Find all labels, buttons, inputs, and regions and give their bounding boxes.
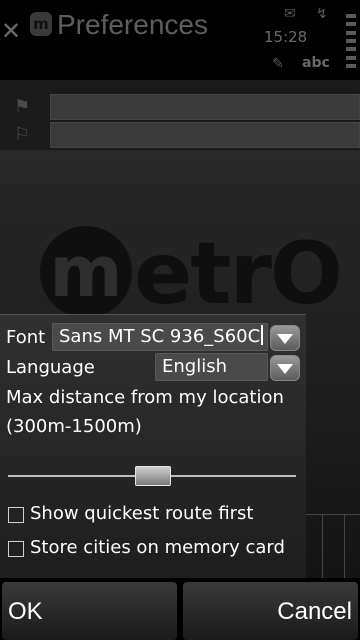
end-input (50, 122, 360, 148)
preferences-dialog: Font Sans MT SC 936_S60C Language Englis… (0, 314, 306, 578)
language-label: Language (6, 357, 95, 378)
logo-text: etrO (134, 224, 343, 324)
metro-logo: m etrO (40, 226, 343, 322)
logo-circle: m (40, 226, 132, 318)
font-label: Font (6, 327, 46, 348)
font-dropdown-icon[interactable] (270, 325, 300, 351)
clock: 15:28 (264, 28, 308, 46)
ok-label: OK (8, 598, 43, 625)
distance-slider-thumb[interactable] (135, 466, 171, 486)
background-grid (306, 514, 360, 578)
font-select[interactable]: Sans MT SC 936_S60C (52, 323, 268, 351)
text-cursor (261, 325, 264, 345)
end-field: ⚐ (0, 120, 360, 150)
font-value: Sans MT SC 936_S60C (59, 324, 264, 350)
app-icon: m (30, 12, 52, 36)
close-icon[interactable]: ✕ (0, 18, 22, 44)
distance-label: Max distance from my location (6, 387, 284, 408)
end-flag-icon: ⚐ (14, 124, 31, 145)
font-row: Font Sans MT SC 936_S60C (0, 323, 306, 353)
page-title: Preferences (57, 9, 208, 40)
store-cities-label: Store cities on memory card (30, 537, 285, 558)
start-flag-icon: ⚑ (14, 96, 31, 117)
ok-button[interactable]: OK (2, 582, 177, 640)
softkey-bar: OK Cancel (0, 578, 360, 640)
mail-icon: ✉ (284, 6, 296, 22)
battery-icon (346, 12, 356, 70)
start-field: ⚑ (0, 92, 360, 122)
start-input (50, 94, 360, 120)
language-value: English (162, 356, 227, 377)
language-select[interactable]: English (155, 353, 268, 381)
language-dropdown-icon[interactable] (270, 355, 300, 381)
cancel-label: Cancel (277, 598, 352, 625)
distance-range-label: (300m-1500m) (6, 416, 142, 437)
signal-icon: ↯ (316, 6, 328, 22)
cancel-button[interactable]: Cancel (183, 582, 358, 640)
quickest-route-checkbox[interactable] (8, 507, 24, 523)
language-row: Language English (0, 353, 306, 383)
input-mode-indicator: abc (302, 55, 330, 71)
store-cities-checkbox[interactable] (8, 541, 24, 557)
pen-input-icon: ✎ (272, 56, 284, 72)
status-bar: ✕ m Preferences ✉ ↯ 15:28 ✎ abc (0, 0, 360, 80)
quickest-route-label: Show quickest route first (30, 503, 254, 524)
